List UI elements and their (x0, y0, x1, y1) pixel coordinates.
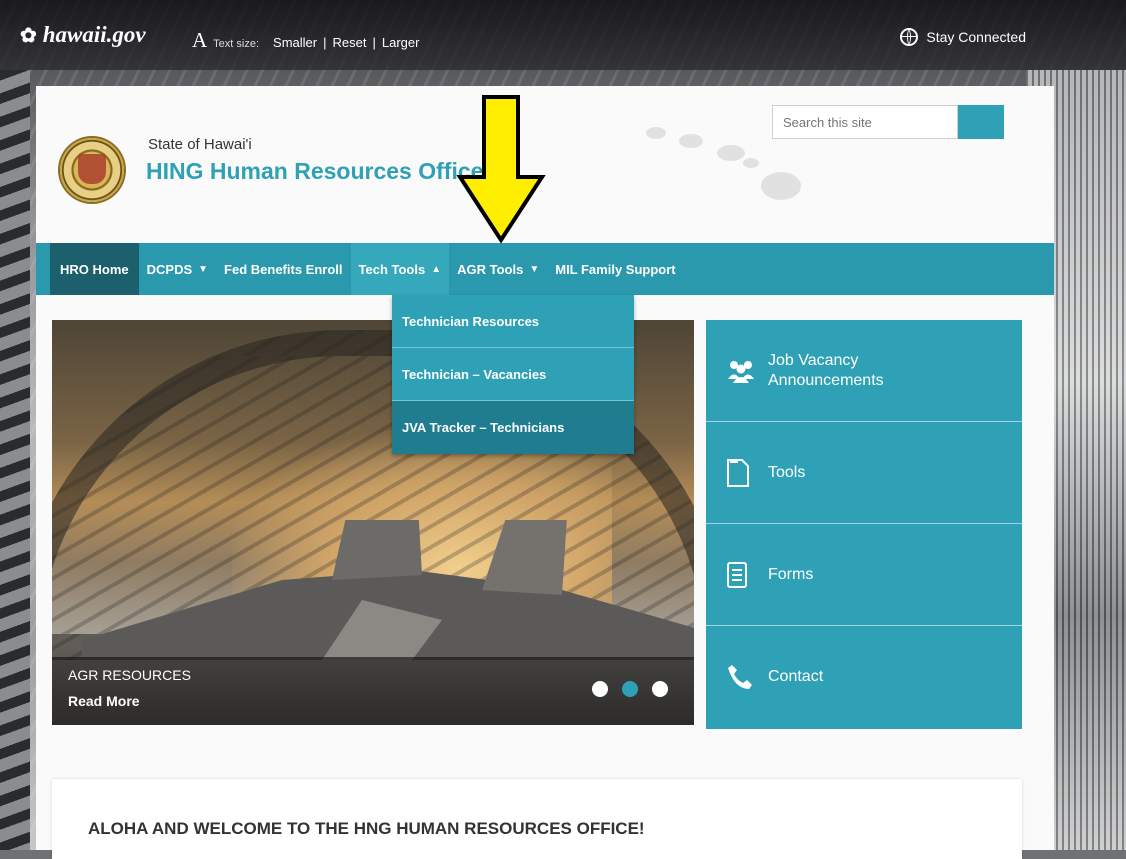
yellow-arrow-annotation (456, 95, 546, 244)
document-icon (726, 455, 762, 491)
nav-label: Tech Tools (358, 261, 426, 277)
nav-item-agr-tools[interactable]: AGR Tools ▼ (449, 243, 547, 295)
nav-label: MIL Family Support (555, 261, 676, 277)
quick-link-job-vacancy[interactable]: Job Vacancy Announcements (706, 320, 1022, 422)
nav-label: Fed Benefits Enroll (224, 261, 343, 277)
state-label: State of Hawai'i (148, 136, 252, 153)
search-input[interactable] (772, 105, 958, 139)
menu-item-technician-vacancies[interactable]: Technician – Vacancies (392, 348, 634, 401)
quick-link-forms[interactable]: Forms (706, 524, 1022, 626)
chevron-down-icon: ▼ (198, 263, 209, 275)
globe-icon (900, 28, 919, 46)
slide-caption: AGR RESOURCES Read More (52, 657, 694, 725)
tech-tools-dropdown: Technician Resources Technician – Vacanc… (392, 295, 634, 454)
form-icon (726, 557, 762, 593)
quick-links-panel: Job Vacancy Announcements Tools Forms Co… (706, 320, 1022, 729)
separator: | (323, 35, 327, 50)
gov-logo-text: hawaii.gov (42, 22, 146, 47)
nav-label: AGR Tools (457, 261, 524, 277)
quick-link-label: Tools (768, 463, 806, 481)
background-left-strip (0, 70, 30, 850)
quick-link-label: Forms (768, 565, 814, 583)
stay-connected-link[interactable]: Stay Connected (900, 28, 1026, 46)
slide-dot-1[interactable] (592, 681, 608, 697)
nav-item-mil-family-support[interactable]: MIL Family Support (547, 243, 683, 295)
phone-icon (726, 659, 762, 695)
hawaii-gov-logo[interactable]: ✿ hawaii.gov (20, 22, 146, 48)
read-more-link[interactable]: Read More (68, 693, 140, 709)
nav-item-hro-home[interactable]: HRO Home (50, 243, 139, 295)
menu-item-technician-resources[interactable]: Technician Resources (392, 295, 634, 348)
site-title[interactable]: HING Human Resources Office (146, 158, 483, 185)
quick-link-contact[interactable]: Contact (706, 626, 1022, 728)
stay-connected-label: Stay Connected (926, 29, 1026, 45)
menu-item-jva-tracker[interactable]: JVA Tracker – Technicians (392, 401, 634, 454)
smaller-link[interactable]: Smaller (273, 35, 317, 50)
slide-dot-3[interactable] (652, 681, 668, 697)
slide-dots (592, 681, 668, 697)
main-nav: HRO Home DCPDS ▼ Fed Benefits Enroll Tec… (36, 243, 1054, 295)
quick-link-label: Contact (768, 668, 824, 685)
chevron-down-icon: ▼ (529, 263, 540, 275)
text-size-label: Text size: (213, 38, 260, 50)
welcome-section: ALOHA AND WELCOME TO THE HNG HUMAN RESOU… (52, 779, 1022, 859)
welcome-heading: ALOHA AND WELCOME TO THE HNG HUMAN RESOU… (88, 819, 645, 838)
nav-label: HRO Home (60, 261, 129, 277)
fighter-jet-image (82, 520, 694, 660)
nav-item-fed-benefits-enroll[interactable]: Fed Benefits Enroll (216, 243, 350, 295)
quick-link-tools[interactable]: Tools (706, 422, 1022, 524)
chevron-up-icon: ▲ (431, 263, 442, 275)
flower-logo-icon: ✿ (20, 24, 37, 47)
users-icon (726, 353, 762, 389)
larger-link[interactable]: Larger (382, 35, 420, 50)
slide-title: AGR RESOURCES (68, 667, 191, 683)
text-size-icon: A (192, 28, 208, 52)
nav-label: DCPDS (146, 261, 193, 277)
reset-link[interactable]: Reset (333, 35, 367, 50)
top-bar: ✿ hawaii.gov A Text size: Smaller | Rese… (0, 0, 1126, 70)
nav-item-tech-tools[interactable]: Tech Tools ▲ (350, 243, 450, 295)
state-seal-logo[interactable] (60, 138, 124, 202)
separator: | (372, 35, 376, 50)
text-size-controls: A Text size: Smaller | Reset | Larger (192, 28, 419, 53)
quick-link-label: Job Vacancy Announcements (768, 351, 884, 389)
search-button[interactable] (958, 105, 1004, 139)
nav-item-dcpds[interactable]: DCPDS ▼ (139, 243, 216, 295)
slide-dot-2[interactable] (622, 681, 638, 697)
